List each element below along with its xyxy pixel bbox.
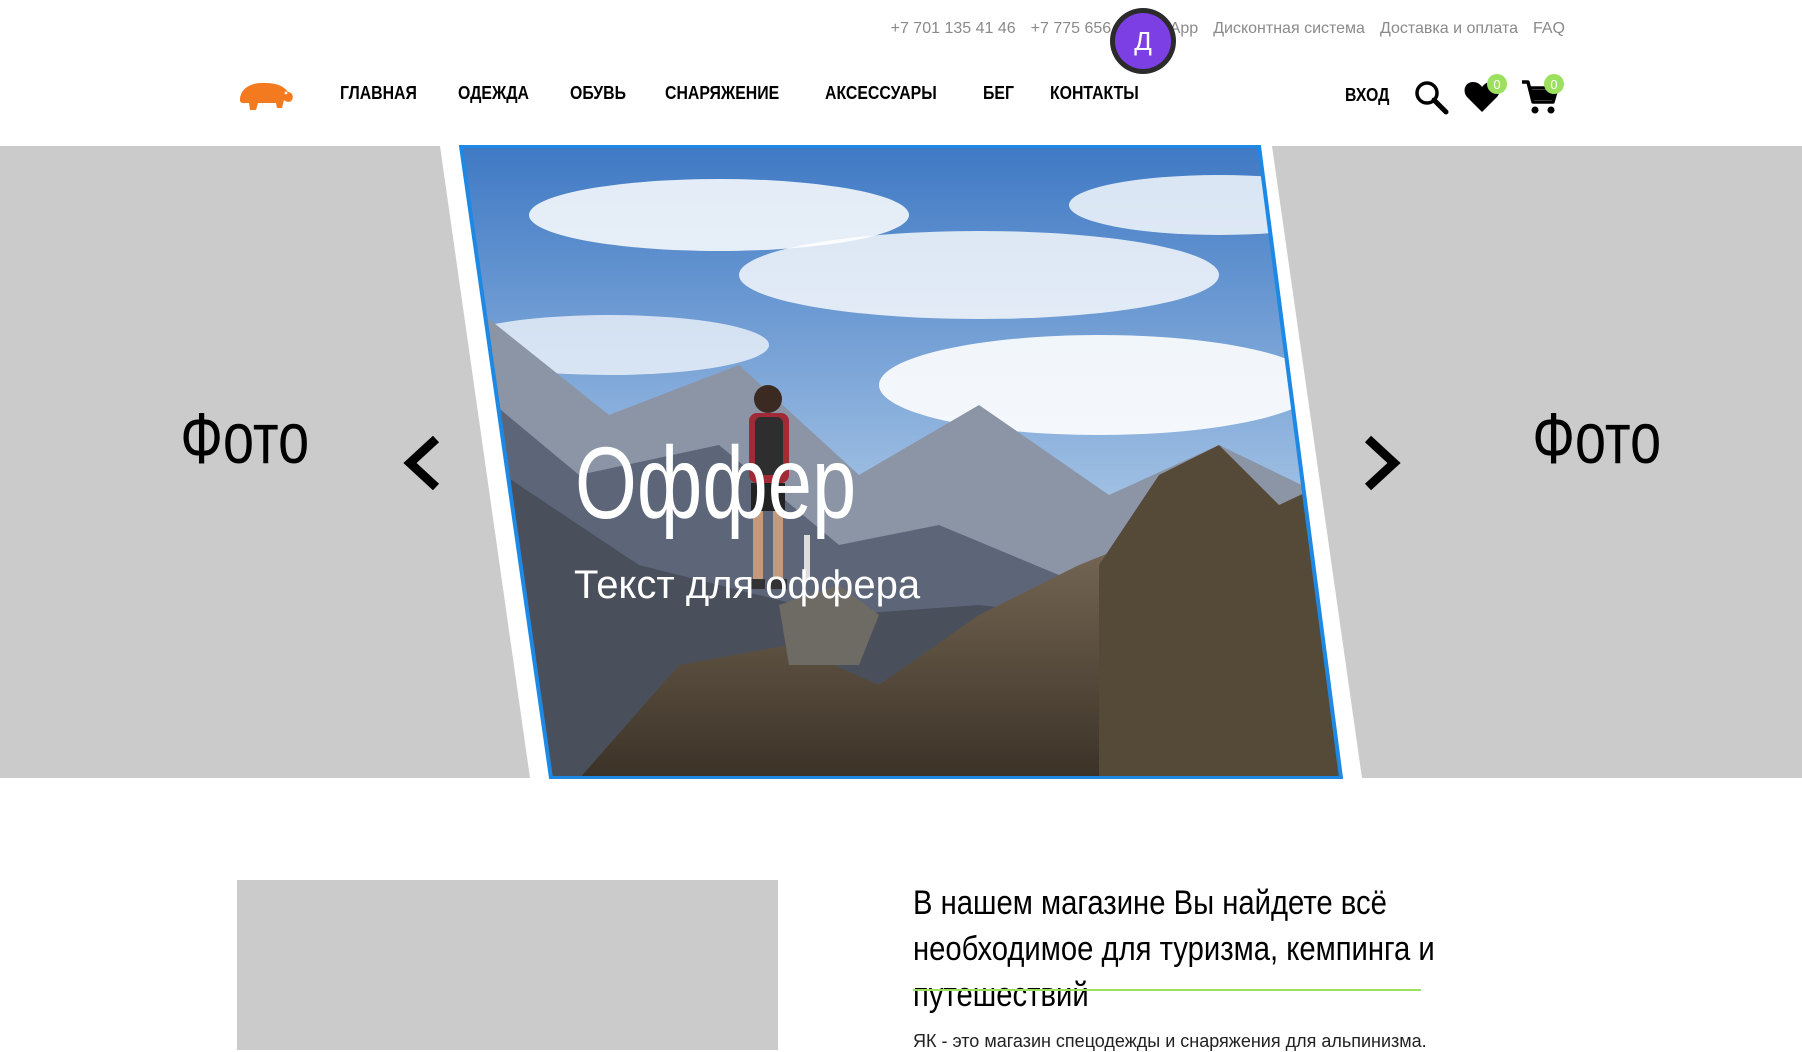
faq-link[interactable]: FAQ	[1533, 20, 1565, 38]
about-divider	[913, 989, 1421, 991]
about-text: ЯК - это магазин спецодежды и снаряжения…	[913, 1031, 1427, 1051]
offer-subtitle: Текст для оффера	[574, 563, 921, 607]
avatar-letter: Д	[1134, 25, 1152, 56]
nav-item-clothing[interactable]: ОДЕЖДА	[458, 83, 529, 104]
wishlist-counter: 0	[1487, 74, 1507, 94]
about-image-placeholder	[237, 880, 778, 1050]
cart-counter: 0	[1544, 74, 1564, 94]
slider-next-arrow-icon[interactable]	[1362, 435, 1402, 491]
nav-item-home[interactable]: ГЛАВНАЯ	[340, 83, 417, 104]
yak-logo-icon[interactable]	[236, 78, 294, 114]
prev-slide-label: Фото	[180, 399, 310, 479]
about-heading: В нашем магазине Вы найдете всё необходи…	[913, 884, 1435, 1014]
login-link[interactable]: ВХОД	[1345, 85, 1389, 106]
user-avatar[interactable]: Д	[1115, 13, 1171, 69]
nav-item-equipment[interactable]: СНАРЯЖЕНИЕ	[665, 83, 779, 104]
top-contact-bar: +7 701 135 41 46 +7 775 656 48 2 sApp Ди…	[891, 20, 1565, 38]
hero-slider: Фото Фото	[0, 145, 1802, 779]
delivery-link[interactable]: Доставка и оплата	[1380, 20, 1518, 38]
search-icon[interactable]	[1413, 79, 1449, 115]
nav-item-accessories[interactable]: АКСЕССУАРЫ	[825, 83, 937, 104]
nav-item-contacts[interactable]: КОНТАКТЫ	[1050, 83, 1139, 104]
slider-prev-arrow-icon[interactable]	[402, 435, 442, 491]
offer-title: Оффер	[575, 426, 857, 540]
nav-item-shoes[interactable]: ОБУВЬ	[570, 83, 626, 104]
nav-item-running[interactable]: БЕГ	[983, 83, 1014, 104]
phone-link-1[interactable]: +7 701 135 41 46	[891, 20, 1016, 38]
discount-link[interactable]: Дисконтная система	[1213, 20, 1365, 38]
next-slide-label: Фото	[1532, 399, 1662, 479]
main-nav: ГЛАВНАЯ ОДЕЖДА ОБУВЬ СНАРЯЖЕНИЕ АКСЕССУА…	[340, 83, 1150, 104]
